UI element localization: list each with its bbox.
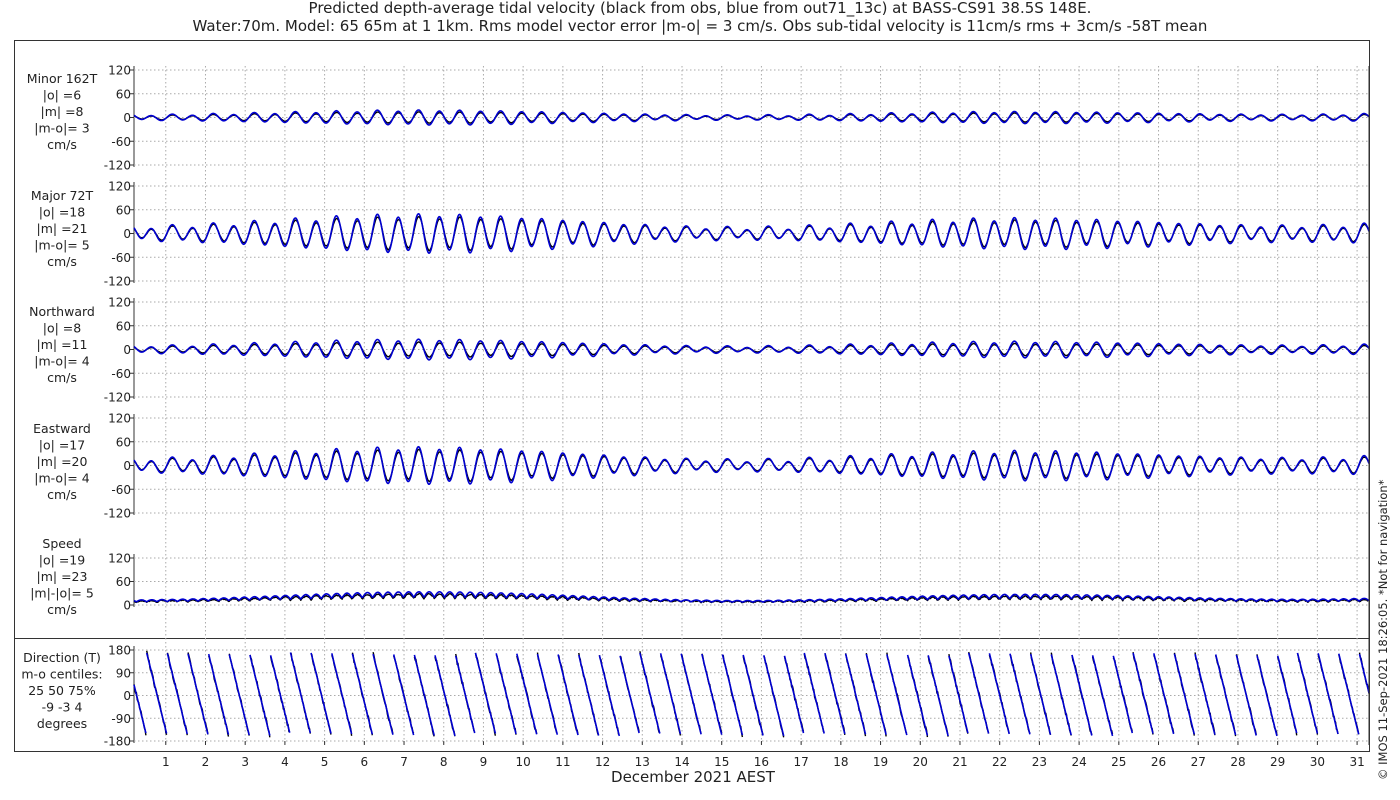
x-tick-label: 18	[833, 755, 848, 769]
x-tick-label: 25	[1111, 755, 1126, 769]
east-y-tick-label: 0	[123, 459, 131, 473]
x-tick-label: 10	[516, 755, 531, 769]
speed-panel-label: cm/s	[47, 602, 77, 617]
minor-panel-label: Minor 162T	[27, 71, 98, 86]
major-panel-label: cm/s	[47, 254, 77, 269]
x-tick-label: 20	[913, 755, 928, 769]
x-tick-label: 30	[1310, 755, 1325, 769]
direction-model-series	[133, 652, 1370, 737]
major-y-tick-label: 120	[108, 180, 131, 194]
speed-panel-label: |m|-|o|= 5	[30, 586, 94, 601]
direction-panel-label: 25 50 75%	[28, 683, 96, 698]
minor-y-tick-label: -120	[104, 159, 131, 173]
north-panel-label: cm/s	[47, 370, 77, 385]
major-y-tick-label: 60	[116, 203, 131, 217]
x-tick-label: 21	[952, 755, 967, 769]
north-y-tick-label: 0	[123, 343, 131, 357]
x-tick-label: 19	[873, 755, 888, 769]
direction-y-tick-label: -90	[111, 712, 131, 726]
minor-panel-label: |m| =8	[41, 104, 84, 119]
tidal-velocity-chart: 1 2 3 4 5 6 7 8 9 10 11 12 13 14 15 16 17 18 19 20 21 22 23 24 2…	[21, 64, 1370, 769]
x-tick-label: 2	[202, 755, 210, 769]
minor-y-tick-label: 60	[116, 87, 131, 101]
x-axis-label: December 2021 AEST	[611, 768, 775, 786]
north-panel-label: |o| =8	[43, 321, 82, 336]
minor-panel-label: |o| =6	[43, 88, 82, 103]
north-panel-label: |m| =11	[37, 337, 88, 352]
x-tick-label: 27	[1191, 755, 1206, 769]
direction-panel-label: m-o centiles:	[21, 667, 102, 682]
x-tick-label: 5	[321, 755, 329, 769]
minor-y-tick-label: -60	[111, 135, 131, 149]
x-tick-label: 8	[440, 755, 448, 769]
x-tick-label: 4	[281, 755, 289, 769]
x-tick-label: 24	[1071, 755, 1086, 769]
east-panel-label: |o| =17	[39, 438, 85, 453]
north-y-tick-label: 120	[108, 296, 131, 310]
x-tick-label: 28	[1230, 755, 1245, 769]
x-tick-label: 12	[595, 755, 610, 769]
north-y-tick-label: -60	[111, 367, 131, 381]
speed-model-series	[133, 591, 1370, 603]
major-panel-label: |m| =21	[37, 221, 88, 236]
major-y-tick-label: -60	[111, 251, 131, 265]
speed-panel-label: Speed	[42, 536, 81, 551]
east-y-tick-label: -120	[104, 507, 131, 521]
speed-y-tick-label: 120	[108, 552, 131, 566]
x-tick-label: 31	[1349, 755, 1364, 769]
direction-y-tick-label: 90	[116, 666, 131, 680]
major-panel-label: |m-o|= 5	[34, 238, 89, 253]
east-y-tick-label: 120	[108, 412, 131, 426]
x-tick-label: 7	[400, 755, 408, 769]
x-tick-label: 22	[992, 755, 1007, 769]
east-panel-label: Eastward	[33, 421, 91, 436]
north-panel-label: Northward	[29, 304, 95, 319]
major-y-tick-label: 0	[123, 227, 131, 241]
x-tick-label: 6	[361, 755, 369, 769]
x-tick-label: 3	[241, 755, 249, 769]
x-tick-label: 26	[1151, 755, 1166, 769]
north-y-tick-label: 60	[116, 319, 131, 333]
x-tick-label: 9	[480, 755, 488, 769]
x-tick-label: 29	[1270, 755, 1285, 769]
direction-y-tick-label: 180	[108, 644, 131, 658]
east-y-tick-label: -60	[111, 483, 131, 497]
major-y-tick-label: -120	[104, 275, 131, 289]
east-panel-label: |m-o|= 4	[34, 471, 89, 486]
direction-panel-label: degrees	[37, 716, 87, 731]
major-panel-label: |o| =18	[39, 205, 85, 220]
east-y-tick-label: 60	[116, 435, 131, 449]
speed-y-tick-label: 60	[116, 575, 131, 589]
minor-panel-label: |m-o|= 3	[34, 121, 89, 136]
direction-y-tick-label: 0	[123, 689, 131, 703]
east-panel-label: cm/s	[47, 487, 77, 502]
direction-y-tick-label: -180	[104, 735, 131, 749]
major-panel-label: Major 72T	[31, 188, 94, 203]
x-tick-label: 15	[714, 755, 729, 769]
direction-panel-label: Direction (T)	[23, 650, 101, 665]
north-panel-label: |m-o|= 4	[34, 354, 89, 369]
north-y-tick-label: -120	[104, 391, 131, 405]
minor-panel-label: cm/s	[47, 137, 77, 152]
copyright-notice: © IMOS 11-Sep-2021 18:26:05. *Not for na…	[1376, 479, 1390, 780]
minor-y-tick-label: 0	[123, 111, 131, 125]
direction-panel-label: -9 -3 4	[42, 700, 83, 715]
x-tick-label: 23	[1032, 755, 1047, 769]
speed-panel-label: |o| =19	[39, 553, 85, 568]
x-tick-label: 13	[635, 755, 650, 769]
x-tick-label: 11	[555, 755, 570, 769]
speed-panel-label: |m| =23	[37, 569, 88, 584]
x-tick-label: 16	[754, 755, 769, 769]
x-tick-label: 14	[674, 755, 689, 769]
x-tick-label: 1	[162, 755, 170, 769]
speed-y-tick-label: 0	[123, 599, 131, 613]
x-tick-label: 17	[793, 755, 808, 769]
east-panel-label: |m| =20	[37, 454, 88, 469]
minor-y-tick-label: 120	[108, 64, 131, 78]
